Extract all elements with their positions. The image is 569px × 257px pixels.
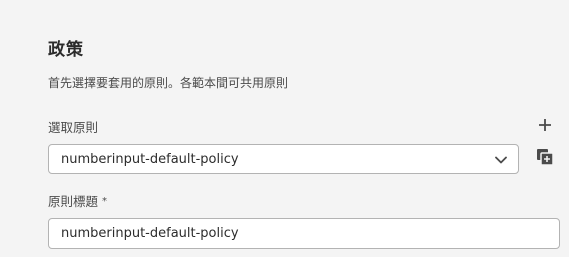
- policy-title-label-text: 原則標題: [48, 194, 99, 209]
- policy-select[interactable]: numberinput-default-policy: [48, 144, 519, 174]
- policy-description: 首先選擇要套用的原則。各範本間可共用原則: [48, 76, 289, 90]
- page-title: 政策: [48, 40, 84, 60]
- select-policy-label: 選取原則: [48, 120, 99, 135]
- policy-title-value: numberinput-default-policy: [61, 226, 239, 241]
- add-policy-button[interactable]: [535, 116, 555, 136]
- policy-panel: 政策 首先選擇要套用的原則。各範本間可共用原則 選取原則 numberinput…: [0, 0, 569, 257]
- required-marker: *: [102, 196, 108, 207]
- selected-policy-value: numberinput-default-policy: [61, 151, 239, 167]
- chevron-down-icon: [494, 154, 508, 166]
- policy-title-input[interactable]: numberinput-default-policy: [48, 218, 560, 249]
- copy-icon: [536, 148, 554, 170]
- policy-title-label: 原則標題 *: [48, 191, 107, 210]
- copy-policy-button[interactable]: [535, 149, 555, 169]
- add-icon: [538, 117, 552, 136]
